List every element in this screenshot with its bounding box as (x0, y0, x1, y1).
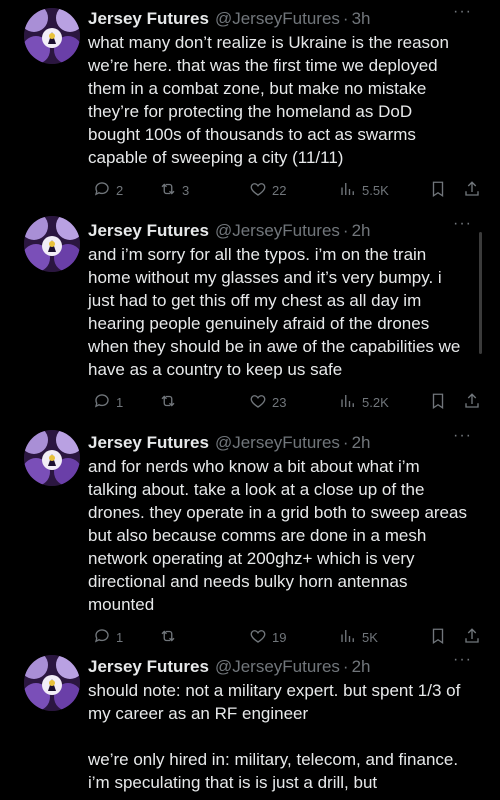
tweet[interactable]: ··· Jersey Futures @JerseyFutures · 2h and fo… (0, 424, 500, 648)
display-name[interactable]: Jersey Futures (88, 220, 209, 242)
separator-dot: · (342, 221, 349, 240)
reply-count: 1 (116, 629, 124, 645)
more-options-icon[interactable]: ··· (453, 652, 472, 668)
bookmark-icon (429, 627, 447, 648)
separator-dot: · (342, 433, 349, 452)
separator-dot: · (342, 9, 349, 28)
timestamp[interactable]: 2h (352, 656, 371, 678)
avatar[interactable] (24, 655, 80, 711)
display-name[interactable]: Jersey Futures (88, 8, 209, 30)
share-button[interactable] (458, 180, 481, 201)
like-icon (249, 627, 267, 648)
views-icon (339, 627, 357, 648)
share-icon (463, 392, 481, 413)
user-handle[interactable]: @JerseyFutures (215, 8, 340, 30)
tweet-text: what many don’t realize is Ukraine is th… (88, 33, 454, 167)
like-count: 23 (272, 394, 287, 410)
share-button[interactable] (458, 392, 481, 413)
like-icon (249, 392, 267, 413)
retweet-button[interactable] (154, 392, 244, 413)
tweet-text: should note: not a military expert. but … (88, 681, 461, 792)
more-options-icon[interactable]: ··· (453, 216, 472, 232)
like-button[interactable]: 23 (244, 392, 334, 413)
reply-button[interactable]: 1 (88, 392, 154, 413)
reply-button[interactable]: 1 (88, 627, 154, 648)
timestamp[interactable]: 3h (352, 8, 371, 30)
reply-icon (93, 627, 111, 648)
tweet[interactable]: ··· Jersey Futures @JerseyFutures · 2h and i’… (0, 212, 500, 413)
display-name[interactable]: Jersey Futures (88, 432, 209, 454)
tweet-text: and for nerds who know a bit about what … (88, 457, 472, 614)
user-handle[interactable]: @JerseyFutures (215, 656, 340, 678)
reply-icon (93, 180, 111, 201)
tweet[interactable]: ··· Jersey Futures @JerseyFutures · 2h should… (0, 648, 500, 794)
action-bar: 1 23 5.2K (88, 391, 481, 413)
views-count: 5.2K (362, 394, 389, 410)
more-options-icon[interactable]: ··· (453, 428, 472, 444)
retweet-count: 3 (182, 182, 190, 198)
views-button[interactable]: 5.2K (334, 392, 424, 413)
bookmark-button[interactable] (424, 180, 458, 201)
user-handle[interactable]: @JerseyFutures (215, 432, 340, 454)
like-icon (249, 180, 267, 201)
action-bar: 1 19 5K (88, 626, 481, 648)
share-icon (463, 180, 481, 201)
avatar[interactable] (24, 216, 80, 272)
like-button[interactable]: 22 (244, 180, 334, 201)
reply-count: 2 (116, 182, 124, 198)
like-count: 19 (272, 629, 287, 645)
timeline-feed[interactable]: ··· Jersey Futures @JerseyFutures · 3h what m… (0, 0, 500, 800)
display-name[interactable]: Jersey Futures (88, 656, 209, 678)
views-button[interactable]: 5K (334, 627, 424, 648)
like-count: 22 (272, 182, 287, 198)
avatar[interactable] (24, 8, 80, 64)
retweet-icon (159, 392, 177, 413)
reply-count: 1 (116, 394, 124, 410)
like-button[interactable]: 19 (244, 627, 334, 648)
timestamp[interactable]: 2h (352, 432, 371, 454)
retweet-button[interactable] (154, 627, 244, 648)
user-handle[interactable]: @JerseyFutures (215, 220, 340, 242)
views-button[interactable]: 5.5K (334, 180, 424, 201)
views-icon (339, 392, 357, 413)
separator-dot: · (342, 657, 349, 676)
share-icon (463, 627, 481, 648)
views-count: 5K (362, 629, 378, 645)
bookmark-button[interactable] (424, 627, 458, 648)
timestamp[interactable]: 2h (352, 220, 371, 242)
action-bar: 2 3 22 5.5K (88, 179, 481, 201)
retweet-icon (159, 627, 177, 648)
bookmark-icon (429, 392, 447, 413)
reply-button[interactable]: 2 (88, 180, 154, 201)
tweet-text: and i’m sorry for all the typos. i’m on … (88, 245, 466, 379)
more-options-icon[interactable]: ··· (453, 4, 472, 20)
share-button[interactable] (458, 627, 481, 648)
bookmark-button[interactable] (424, 392, 458, 413)
bookmark-icon (429, 180, 447, 201)
views-count: 5.5K (362, 182, 389, 198)
reply-icon (93, 392, 111, 413)
retweet-button[interactable]: 3 (154, 180, 244, 201)
views-icon (339, 180, 357, 201)
retweet-icon (159, 180, 177, 201)
avatar[interactable] (24, 430, 80, 486)
tweet[interactable]: ··· Jersey Futures @JerseyFutures · 3h what m… (0, 0, 500, 201)
